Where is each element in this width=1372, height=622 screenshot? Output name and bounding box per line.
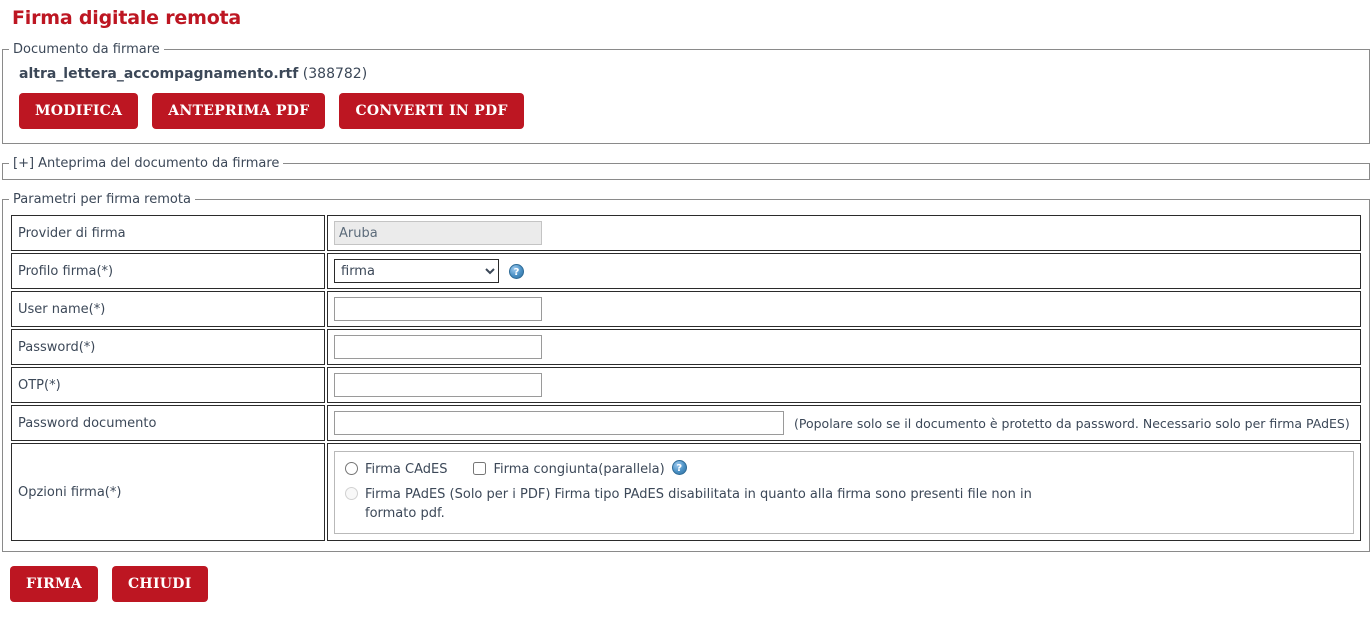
firma-digitale-remota-page: Firma digitale remota Documento da firma…: [0, 0, 1372, 622]
modifica-button[interactable]: MODIFICA: [19, 93, 139, 129]
firma-button[interactable]: FIRMA: [10, 566, 98, 602]
user-name-label: User name(*): [11, 291, 325, 327]
documento-da-firmare-legend: Documento da firmare: [13, 42, 160, 57]
profilo-firma-label: Profilo firma(*): [11, 253, 325, 289]
documento-panel-body: altra_lettera_accompagnamento.rtf (38878…: [9, 61, 1363, 135]
password-documento-controls: (Popolare solo se il documento è protett…: [334, 411, 1354, 435]
help-icon[interactable]: ?: [671, 459, 687, 475]
document-actions-row: MODIFICA ANTEPRIMA PDF CONVERTI IN PDF: [9, 83, 1363, 135]
opzioni-firma-value-cell: Firma CAdES Firma congiunta(parallela) ?…: [327, 443, 1361, 541]
opzioni-firma-box: Firma CAdES Firma congiunta(parallela) ?…: [334, 450, 1354, 534]
form-actions-bar: FIRMA CHIUDI: [0, 552, 1372, 602]
provider-field: [334, 221, 542, 245]
password-documento-input[interactable]: [334, 411, 784, 435]
otp-label: OTP(*): [11, 367, 325, 403]
parametri-firma-remota-legend: Parametri per firma remota: [13, 192, 191, 207]
password-documento-value-cell: (Popolare solo se il documento è protett…: [327, 405, 1361, 441]
provider-label: Provider di firma: [11, 215, 325, 251]
firma-congiunta-label[interactable]: Firma congiunta(parallela): [493, 460, 664, 479]
opzione-cades-line: Firma CAdES Firma congiunta(parallela) ?: [345, 459, 1345, 479]
anteprima-panel-body: [9, 171, 1363, 177]
otp-value-cell: [327, 367, 1361, 403]
table-row-otp: OTP(*): [11, 367, 1361, 403]
parametri-table: Provider di firma Profilo firma(*) firma: [9, 213, 1363, 543]
password-input[interactable]: [334, 335, 542, 359]
table-row-password: Password(*): [11, 329, 1361, 365]
table-row-username: User name(*): [11, 291, 1361, 327]
profilo-firma-select[interactable]: firma: [334, 259, 499, 283]
parametri-firma-remota-panel: Parametri per firma remota Provider di f…: [2, 192, 1370, 552]
document-file-size: (388782): [302, 66, 368, 82]
parametri-panel-body: Provider di firma Profilo firma(*) firma: [9, 213, 1363, 543]
firma-cades-radio[interactable]: [345, 461, 358, 475]
table-row-provider: Provider di firma: [11, 215, 1361, 251]
firma-pades-label: Firma PAdES (Solo per i PDF) Firma tipo …: [365, 486, 1032, 521]
anteprima-documento-legend[interactable]: [+] Anteprima del documento da firmare: [9, 156, 283, 171]
documento-da-firmare-panel: Documento da firmare altra_lettera_accom…: [2, 42, 1370, 144]
firma-pades-radio: [345, 486, 358, 500]
provider-value-cell: [327, 215, 1361, 251]
opzione-pades-line: Firma PAdES (Solo per i PDF) Firma tipo …: [345, 485, 1345, 523]
table-row-opzioni-firma: Opzioni firma(*) Firma CAdES Firma congi…: [11, 443, 1361, 541]
firma-cades-label[interactable]: Firma CAdES: [365, 460, 447, 479]
password-label: Password(*): [11, 329, 325, 365]
document-name-row: altra_lettera_accompagnamento.rtf (38878…: [9, 61, 1363, 83]
user-name-input[interactable]: [334, 297, 542, 321]
user-name-value-cell: [327, 291, 1361, 327]
converti-in-pdf-button[interactable]: CONVERTI IN PDF: [339, 93, 524, 129]
document-file-name: altra_lettera_accompagnamento.rtf: [19, 66, 299, 82]
otp-input[interactable]: [334, 373, 542, 397]
password-documento-label: Password documento: [11, 405, 325, 441]
firma-congiunta-checkbox[interactable]: [473, 461, 487, 475]
table-row-profilo: Profilo firma(*) firma ?: [11, 253, 1361, 289]
page-title: Firma digitale remota: [12, 7, 242, 29]
opzioni-firma-label: Opzioni firma(*): [11, 443, 325, 541]
profilo-firma-controls: firma ?: [334, 259, 1354, 283]
anteprima-pdf-button[interactable]: ANTEPRIMA PDF: [152, 93, 326, 129]
help-icon[interactable]: ?: [509, 263, 524, 279]
password-documento-hint: (Popolare solo se il documento è protett…: [794, 415, 1350, 431]
table-row-password-documento: Password documento (Popolare solo se il …: [11, 405, 1361, 441]
password-value-cell: [327, 329, 1361, 365]
chiudi-button[interactable]: CHIUDI: [111, 566, 208, 602]
profilo-firma-value-cell: firma ?: [327, 253, 1361, 289]
anteprima-documento-panel[interactable]: [+] Anteprima del documento da firmare: [2, 156, 1370, 180]
